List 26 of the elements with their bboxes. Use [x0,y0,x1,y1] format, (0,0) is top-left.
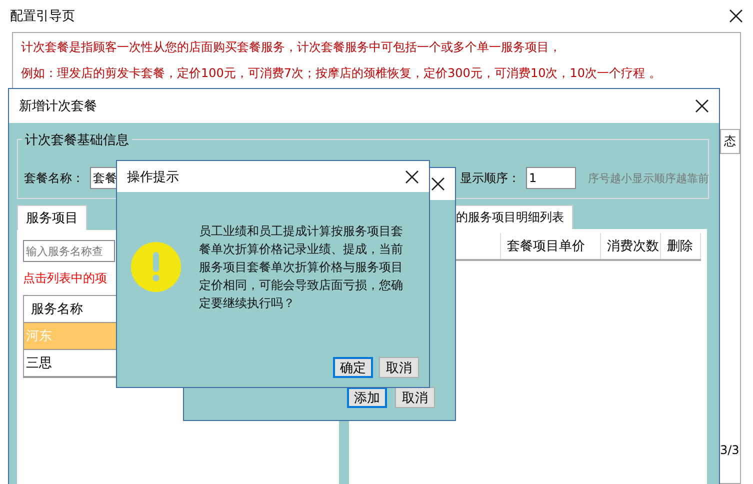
alert-title: 操作提示 [127,168,179,186]
group-title: 计次套餐基础信息 [22,131,132,149]
cancel-button[interactable]: 取消 [395,387,435,408]
column-header: 消费次数 [601,233,661,259]
window-title: 配置引导页 [10,8,75,25]
close-button[interactable] [727,7,745,25]
hint-text: 计次套餐是指顾客一次性从您的店面购买套餐服务，计次套餐服务中可包括一个或多个单一服务项目， [21,39,562,56]
column-header: 删除 [661,233,701,259]
hint-text: 例如：理发店的剪发卡套餐，定价100元，可消费7次；按摩店的颈椎恢复，定价300元，可消费10次，10次一个疗程 。 [21,65,661,82]
list-hint: 点击列表中的项 [23,270,107,287]
page-indicator: 3/3 [720,443,740,457]
close-button[interactable] [693,97,711,115]
column-header: 套餐项目单价 [501,233,601,259]
warning-icon [131,242,181,292]
cancel-button[interactable]: 取消 [379,357,419,378]
close-button[interactable] [429,175,447,193]
status-button[interactable]: 态 [720,129,740,154]
dialog-title: 新增计次套餐 [19,98,97,115]
close-button[interactable] [403,168,421,186]
field-label: 套餐名称： [24,170,84,186]
order-field[interactable]: 1 [526,167,576,189]
add-button[interactable]: 添加 [347,387,387,408]
field-label: 显示顺序： [460,170,520,186]
services-tab[interactable]: 服务项目 [17,205,87,230]
ok-button[interactable]: 确定 [333,357,373,378]
search-field[interactable]: 输入服务名称查 [23,240,115,262]
